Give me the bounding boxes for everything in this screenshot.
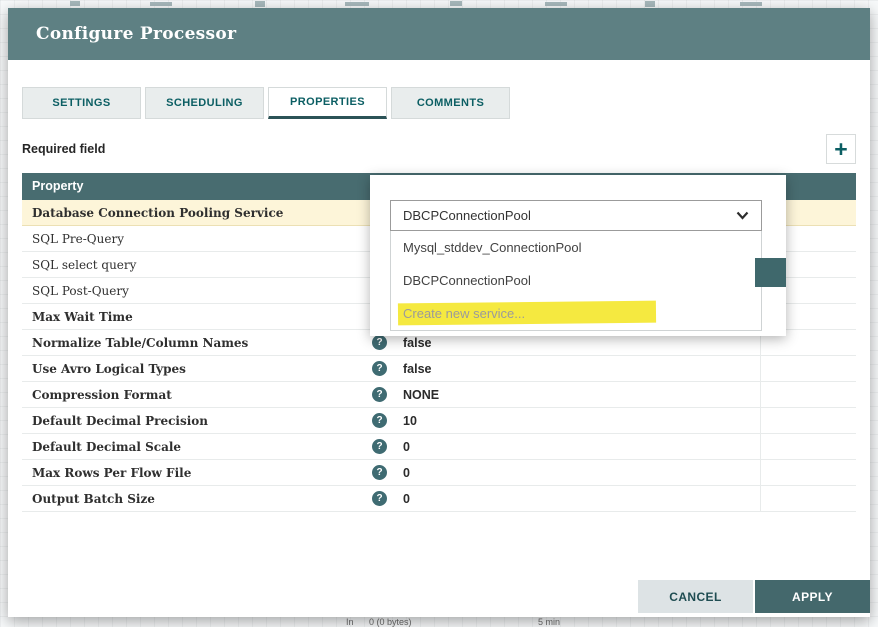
property-name: SQL Post-Query (22, 284, 362, 298)
property-name: Normalize Table/Column Names (22, 336, 362, 350)
service-combo-select[interactable]: DBCPConnectionPool (390, 200, 762, 231)
combo-option[interactable]: Mysql_stddev_ConnectionPool (391, 231, 761, 264)
cancel-button[interactable]: CANCEL (638, 580, 753, 613)
canvas-fragment (545, 2, 567, 6)
canvas-fragment (150, 2, 172, 6)
property-row-spacer (761, 486, 856, 511)
property-name: Database Connection Pooling Service (22, 206, 362, 220)
tab-bar: SETTINGSSCHEDULINGPROPERTIESCOMMENTS (8, 87, 870, 119)
combo-editor-popup: DBCPConnectionPool Mysql_stddev_Connecti… (370, 175, 786, 336)
apply-button[interactable]: APPLY (755, 580, 870, 613)
configure-processor-dialog: Configure Processor SETTINGSSCHEDULINGPR… (8, 8, 870, 617)
property-name: Compression Format (22, 388, 362, 402)
in-value: 0 (0 bytes) (369, 617, 412, 627)
canvas-fragment (345, 2, 369, 6)
property-value[interactable]: 10 (403, 408, 761, 433)
property-row-spacer (761, 356, 856, 381)
help-icon: ? (372, 491, 387, 506)
property-row[interactable]: Default Decimal Precision ? 10 (22, 408, 856, 434)
canvas-fragment (645, 1, 655, 7)
tab-comments[interactable]: COMMENTS (391, 87, 510, 119)
dialog-title: Configure Processor (36, 24, 236, 44)
combo-option-label: DBCPConnectionPool (403, 273, 531, 288)
canvas-fragment (740, 2, 762, 6)
property-name: Default Decimal Precision (22, 414, 362, 428)
help-icon: ? (372, 361, 387, 376)
combo-option-label: Create new service... (403, 306, 525, 321)
required-field-label: Required field (22, 142, 105, 156)
property-row[interactable]: Max Rows Per Flow File ? 0 (22, 460, 856, 486)
property-value[interactable]: 0 (403, 460, 761, 485)
property-name: Max Rows Per Flow File (22, 466, 362, 480)
help-icon: ? (372, 439, 387, 454)
help-icon: ? (372, 413, 387, 428)
canvas-fragment (70, 1, 80, 6)
stats-window: 5 min (538, 617, 560, 627)
ok-button[interactable] (755, 258, 786, 287)
property-name: Use Avro Logical Types (22, 362, 362, 376)
canvas-fragment (450, 1, 462, 6)
property-row-spacer (761, 408, 856, 433)
combo-option[interactable]: Create new service... (391, 297, 761, 330)
property-name: SQL select query (22, 258, 362, 272)
dialog-header: Configure Processor (8, 8, 870, 60)
property-row[interactable]: Default Decimal Scale ? 0 (22, 434, 856, 460)
property-header-label: Property (32, 179, 83, 193)
property-value[interactable]: false (403, 356, 761, 381)
property-row[interactable]: Use Avro Logical Types ? false (22, 356, 856, 382)
tab-settings[interactable]: SETTINGS (22, 87, 141, 119)
combo-option-label: Mysql_stddev_ConnectionPool (403, 240, 582, 255)
tab-scheduling[interactable]: SCHEDULING (145, 87, 264, 119)
property-row-spacer (761, 382, 856, 407)
help-icon: ? (372, 387, 387, 402)
canvas-fragment (255, 1, 265, 7)
property-name: Default Decimal Scale (22, 440, 362, 454)
property-value[interactable]: NONE (403, 382, 761, 407)
property-name: Max Wait Time (22, 310, 362, 324)
in-label: In (346, 617, 354, 627)
combo-option[interactable]: DBCPConnectionPool (391, 264, 761, 297)
add-property-button[interactable]: + (826, 134, 856, 164)
property-name: SQL Pre-Query (22, 232, 362, 246)
property-row[interactable]: Output Batch Size ? 0 (22, 486, 856, 512)
chevron-down-icon (736, 208, 749, 223)
combo-selected-value: DBCPConnectionPool (403, 208, 531, 223)
property-value[interactable]: 0 (403, 486, 761, 511)
dialog-footer: CANCEL APPLY (638, 580, 870, 613)
help-icon: ? (372, 335, 387, 350)
help-icon: ? (372, 465, 387, 480)
property-row-spacer (761, 434, 856, 459)
tab-properties[interactable]: PROPERTIES (268, 87, 387, 119)
property-name: Output Batch Size (22, 492, 362, 506)
property-row-spacer (761, 460, 856, 485)
property-value[interactable]: 0 (403, 434, 761, 459)
combo-options-list: Mysql_stddev_ConnectionPool DBCPConnectio… (390, 231, 762, 331)
required-field-row: Required field + (8, 134, 870, 164)
property-row[interactable]: Compression Format ? NONE (22, 382, 856, 408)
plus-icon: + (834, 136, 847, 162)
